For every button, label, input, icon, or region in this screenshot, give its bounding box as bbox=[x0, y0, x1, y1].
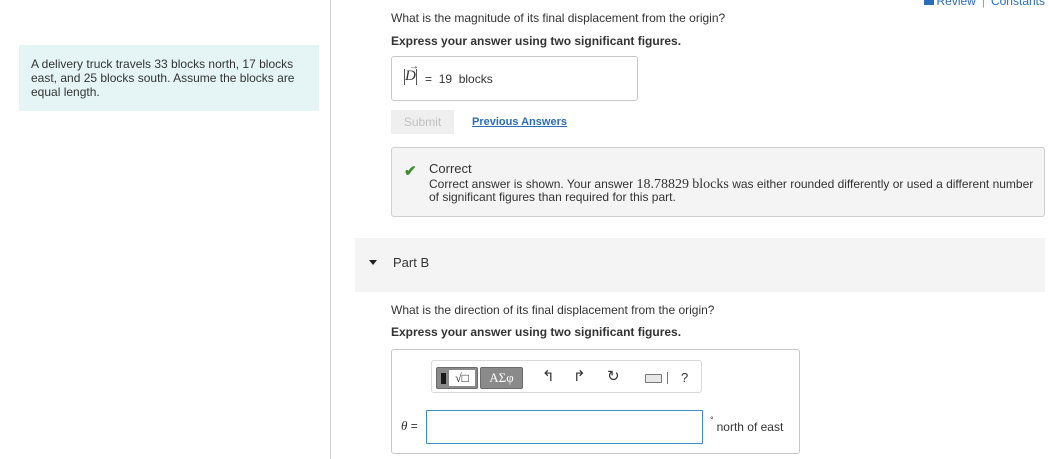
theta-answer-input[interactable] bbox=[426, 410, 703, 444]
unit-label: ° north of east bbox=[710, 415, 784, 434]
symbols-button[interactable]: ΑΣφ bbox=[480, 367, 523, 389]
part-b-title: Part B bbox=[393, 255, 430, 270]
variable-theta: θ bbox=[401, 418, 408, 433]
part-a-answer-box: → D = 19 blocks bbox=[391, 56, 638, 101]
part-b-instruction: Express your answer using two significan… bbox=[391, 325, 682, 339]
submitted-answer: = 19 blocks bbox=[425, 72, 493, 86]
answer-value: 19 bbox=[438, 72, 453, 86]
feedback-body: Correct answer is shown. Your answer 18.… bbox=[429, 178, 1034, 204]
degree-symbol: ° bbox=[710, 415, 714, 425]
unit-text: north of east bbox=[716, 420, 784, 434]
problem-statement: A delivery truck travels 33 blocks north… bbox=[19, 45, 319, 111]
math-toolbar: √□ ΑΣφ ↰ ↱ ↻ ? bbox=[431, 360, 702, 393]
toolbar-separator bbox=[667, 372, 668, 384]
feedback-title: Correct bbox=[429, 161, 472, 176]
part-a-instruction: Express your answer using two significan… bbox=[391, 34, 682, 48]
top-links: Review | Constants bbox=[924, 0, 1045, 8]
column-divider bbox=[330, 0, 331, 459]
part-a-question: What is the magnitude of its final displ… bbox=[391, 11, 726, 25]
theta-equals-sign: = bbox=[410, 419, 418, 433]
reset-icon[interactable]: ↻ bbox=[607, 369, 620, 385]
checkmark-icon: ✔ bbox=[404, 163, 417, 180]
theta-label: θ = bbox=[401, 418, 418, 434]
radical-icon: √□ bbox=[449, 370, 475, 386]
part-b-answer-editor: √□ ΑΣφ ↰ ↱ ↻ ? θ = ° north of east bbox=[391, 349, 800, 454]
review-link[interactable]: Review bbox=[936, 0, 975, 8]
feedback-box: ✔ Correct Correct answer is shown. Your … bbox=[391, 147, 1045, 217]
vector-arrow-icon: → bbox=[409, 61, 419, 72]
part-b-header[interactable]: Part B bbox=[355, 238, 1045, 292]
templates-button[interactable]: √□ bbox=[436, 367, 478, 389]
feedback-prefix: Correct answer is shown. Your answer bbox=[429, 177, 634, 191]
template-block-icon bbox=[441, 373, 446, 384]
keyboard-icon[interactable] bbox=[645, 374, 662, 383]
review-icon bbox=[924, 0, 935, 5]
equals-sign: = bbox=[425, 72, 433, 86]
magnitude-expression: → D bbox=[404, 61, 419, 85]
part-b-question: What is the direction of its final displ… bbox=[391, 303, 715, 317]
collapse-triangle-icon[interactable] bbox=[369, 260, 377, 265]
constants-link[interactable]: Constants bbox=[991, 0, 1045, 8]
undo-icon[interactable]: ↰ bbox=[542, 369, 555, 385]
top-links-separator: | bbox=[981, 0, 985, 8]
submit-button[interactable]: Submit bbox=[391, 110, 454, 134]
problem-text: A delivery truck travels 33 blocks north… bbox=[31, 57, 295, 99]
feedback-answer-unit: blocks bbox=[692, 177, 729, 192]
answer-unit: blocks bbox=[458, 72, 493, 86]
previous-answers-link[interactable]: Previous Answers bbox=[472, 116, 567, 128]
redo-icon[interactable]: ↱ bbox=[573, 369, 586, 385]
help-icon[interactable]: ? bbox=[681, 370, 688, 385]
